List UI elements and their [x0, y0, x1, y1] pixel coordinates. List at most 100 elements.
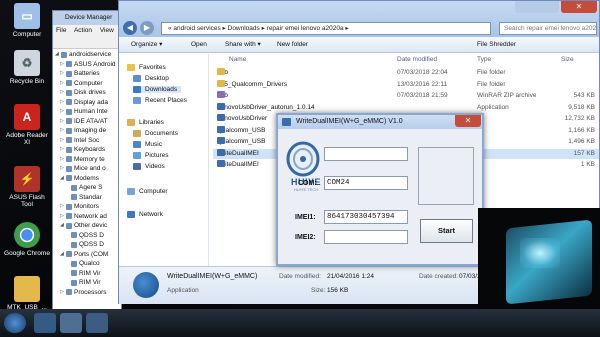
sidebar-label: Computer: [139, 188, 168, 195]
device-tree-item[interactable]: ▷ Keyboards: [55, 145, 121, 155]
device-tree-item[interactable]: ▷ Memory te: [55, 155, 121, 165]
device-icon: [66, 251, 72, 258]
sidebar-recent-places[interactable]: Recent Places: [133, 97, 187, 104]
device-icon: [66, 175, 72, 182]
device-icon: [71, 232, 77, 239]
close-icon[interactable]: ✕: [561, 1, 597, 13]
device-icon: [66, 70, 72, 77]
file-row[interactable]: MI5_Qualcomm_Drivers 13/03/2016 22:11 File…: [213, 79, 599, 90]
close-icon[interactable]: ✕: [455, 115, 481, 127]
sidebar-label: Documents: [145, 130, 178, 137]
sidebar-pictures[interactable]: Pictures: [133, 152, 168, 159]
taskbar-app-icon[interactable]: [60, 313, 82, 333]
sidebar-music[interactable]: Music: [133, 141, 162, 148]
device-tree-item[interactable]: ▷ ASUS Android: [55, 60, 121, 70]
back-icon[interactable]: ◀: [123, 21, 137, 35]
new-folder-button[interactable]: New folder: [277, 37, 308, 53]
file-size: 1 KB: [580, 161, 595, 168]
device-tree-item[interactable]: ◢ androidservice: [55, 50, 121, 60]
column-date-modified[interactable]: Date modified: [397, 56, 437, 63]
device-tree-item[interactable]: ◢ Modems: [55, 174, 121, 184]
device-tree-item[interactable]: RIM Vir: [55, 269, 121, 279]
sidebar-network[interactable]: Network: [127, 211, 163, 218]
device-tree-item[interactable]: ▷ Computer: [55, 79, 121, 89]
file-icon: [217, 148, 225, 156]
device-tree-item[interactable]: ▷ Batteries: [55, 69, 121, 79]
column-name[interactable]: Name: [229, 56, 246, 63]
start-button[interactable]: Start: [420, 219, 473, 243]
start-orb-icon[interactable]: [4, 313, 26, 333]
desktop-icon-label: Adobe Reader XI: [6, 132, 48, 146]
device-tree-item[interactable]: QDSS D: [55, 240, 121, 250]
imei1-field[interactable]: 864173030457394: [324, 210, 408, 224]
sidebar-label: Desktop: [145, 75, 169, 82]
imei2-field[interactable]: [324, 230, 408, 244]
device-tree-item[interactable]: ▷ Imaging de: [55, 126, 121, 136]
device-tree-item[interactable]: ▷ Disk drives: [55, 88, 121, 98]
device-tree-item[interactable]: Standar: [55, 193, 121, 203]
desktop-icon-asus-flash-tool[interactable]: ⚡ ASUS Flash Tool: [4, 166, 50, 208]
file-name-cell: adb: [217, 68, 393, 78]
device-tree-item[interactable]: ▷ Processors: [55, 288, 121, 298]
organize-button[interactable]: Organize ▾: [131, 37, 162, 53]
sidebar-videos[interactable]: Videos: [133, 163, 165, 170]
write-dual-imei-dialog[interactable]: WriteDualIMEI(W+G_eMMC) V1.0 ✕ HUIYE HUI…: [276, 113, 484, 266]
desktop-icon-chrome[interactable]: Google Chrome: [4, 222, 50, 257]
device-tree-label: Intel Soc: [74, 136, 100, 144]
sidebar-computer[interactable]: Computer: [127, 188, 168, 195]
file-row[interactable]: adb 07/03/2018 22:04 File folder: [213, 68, 599, 78]
device-tree-label: Keyboards: [74, 146, 106, 153]
menu-view[interactable]: View: [100, 27, 114, 34]
sidebar-favorites[interactable]: Favorites: [127, 64, 166, 71]
desktop-icon-adobe-reader[interactable]: A Adobe Reader XI: [4, 104, 50, 146]
phone-screen-glow: [520, 238, 560, 268]
sidebar-documents[interactable]: Documents: [133, 130, 178, 137]
details-kind: Application: [167, 287, 199, 294]
menu-action[interactable]: Action: [74, 27, 92, 34]
details-modified-label: Date modified:: [279, 273, 321, 280]
file-shredder-button[interactable]: File Shredder: [477, 37, 516, 53]
forward-icon[interactable]: ▶: [140, 21, 154, 35]
desktop-icon-recycle-bin[interactable]: ♻ Recycle Bin: [4, 50, 50, 85]
search-input[interactable]: Search repair emei lenovo a2020a: [499, 22, 597, 35]
sidebar-libraries[interactable]: Libraries: [127, 119, 164, 126]
sidebar-label: Favorites: [139, 64, 166, 71]
file-icon: [217, 137, 225, 144]
device-tree-item[interactable]: ▷ Human Inte: [55, 107, 121, 117]
device-tree-item[interactable]: Agere S: [55, 183, 121, 193]
device-manager-window[interactable]: Device Manager File Action View ◢ android…: [52, 10, 122, 337]
taskbar-app-icon[interactable]: [86, 313, 108, 333]
column-type[interactable]: Type: [477, 56, 491, 63]
device-tree-item[interactable]: Qualco: [55, 259, 121, 269]
com-port-field[interactable]: COM24: [324, 176, 408, 190]
device-icon: [66, 213, 72, 220]
file-row[interactable]: LenovoUsbDriver_autorun_1.0.14 Applicatio…: [213, 102, 599, 113]
file-icon: [217, 125, 225, 133]
file-row[interactable]: adb 07/03/2018 21:59 WinRAR ZIP archive 543…: [213, 91, 599, 101]
window-minmax-buttons[interactable]: [515, 1, 559, 13]
open-button[interactable]: Open: [191, 37, 207, 53]
device-tree-item[interactable]: ▷ Mice and o: [55, 164, 121, 174]
share-with-button[interactable]: Share with ▾: [225, 37, 261, 53]
desktop-icon-mtk-usb[interactable]: MTK_USB_...: [4, 276, 50, 311]
menu-file[interactable]: File: [56, 27, 66, 34]
device-tree-item[interactable]: QDSS D: [55, 231, 121, 241]
column-size[interactable]: Size: [561, 56, 574, 63]
recycle-bin-icon: ♻: [14, 50, 40, 76]
device-tree-item[interactable]: ▷ Intel Soc: [55, 136, 121, 146]
file-name: LenovoUsbDriver_autorun_1.0.14: [217, 103, 315, 111]
sidebar-desktop[interactable]: Desktop: [133, 75, 169, 82]
device-tree-item[interactable]: ▷ Network ad: [55, 212, 121, 222]
sidebar-downloads[interactable]: Downloads: [133, 86, 182, 93]
address-bar[interactable]: « android services ▸ Downloads ▸ repair …: [161, 22, 491, 35]
device-tree-item[interactable]: ▷ Display ada: [55, 98, 121, 108]
device-tree-item[interactable]: ▷ Monitors: [55, 202, 121, 212]
device-tree-label: RIM Vir: [79, 269, 101, 277]
desktop-icon-computer[interactable]: ▭ Computer: [4, 3, 50, 38]
device-tree-item[interactable]: ▷ IDE ATA/AT: [55, 117, 121, 127]
device-tree-item[interactable]: RIM Vir: [55, 278, 121, 288]
taskbar-app-icon[interactable]: [34, 313, 56, 333]
device-tree-item[interactable]: ◢ Other devic: [55, 221, 121, 231]
device-tree-item[interactable]: ◢ Ports (COM: [55, 250, 121, 260]
device-tree-label: Disk drives: [74, 89, 106, 96]
